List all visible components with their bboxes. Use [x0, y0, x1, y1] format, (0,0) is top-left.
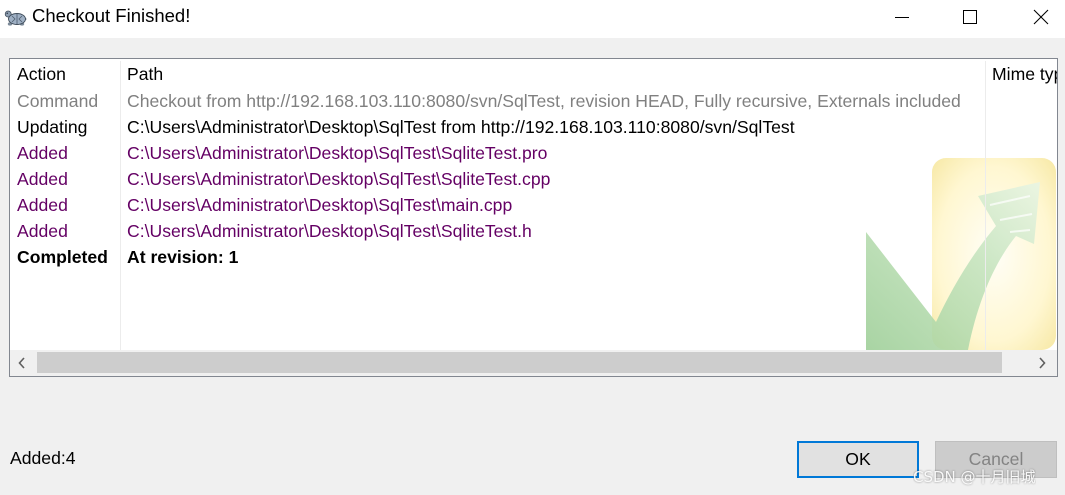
- action-cell: Added: [17, 169, 68, 189]
- results-list[interactable]: Action Path Mime type Command Checkout f…: [9, 58, 1058, 377]
- maximize-button[interactable]: [946, 0, 994, 34]
- ok-button[interactable]: OK: [797, 441, 919, 478]
- chevron-left-icon: [18, 357, 25, 369]
- table-row[interactable]: Completed At revision: 1: [10, 244, 1057, 270]
- table-row[interactable]: Added C:\Users\Administrator\Desktop\Sql…: [10, 140, 1057, 166]
- list-header: Action Path Mime type: [10, 61, 1057, 88]
- overlay-watermark: CSDN @十月旧城: [913, 468, 1036, 486]
- path-cell: C:\Users\Administrator\Desktop\SqlTest f…: [127, 117, 795, 137]
- close-button[interactable]: [1017, 0, 1065, 34]
- column-header-mime-type[interactable]: Mime type: [986, 61, 1057, 88]
- maximize-icon: [963, 10, 977, 24]
- path-cell: C:\Users\Administrator\Desktop\SqlTest\m…: [127, 195, 513, 215]
- table-row[interactable]: Added C:\Users\Administrator\Desktop\Sql…: [10, 166, 1057, 192]
- action-cell: Updating: [17, 117, 88, 137]
- scroll-left-button[interactable]: [10, 350, 34, 376]
- close-icon: [1033, 9, 1049, 25]
- path-cell: Checkout from http://192.168.103.110:808…: [127, 91, 961, 111]
- minimize-icon: [895, 17, 909, 18]
- status-text: Added:4: [10, 448, 76, 468]
- table-row[interactable]: Command Checkout from http://192.168.103…: [10, 88, 1057, 114]
- chevron-right-icon: [1039, 357, 1046, 369]
- column-header-action[interactable]: Action: [10, 61, 120, 88]
- action-cell: Added: [17, 143, 68, 163]
- minimize-button[interactable]: [878, 0, 926, 34]
- turtle-icon: [4, 5, 28, 29]
- table-row[interactable]: Updating C:\Users\Administrator\Desktop\…: [10, 114, 1057, 140]
- action-cell: Command: [17, 91, 99, 111]
- action-cell: Completed: [17, 247, 108, 267]
- table-row[interactable]: Added C:\Users\Administrator\Desktop\Sql…: [10, 192, 1057, 218]
- action-cell: Added: [17, 221, 68, 241]
- path-cell: C:\Users\Administrator\Desktop\SqlTest\S…: [127, 169, 551, 189]
- table-row[interactable]: Added C:\Users\Administrator\Desktop\Sql…: [10, 218, 1057, 244]
- path-cell: At revision: 1: [127, 247, 239, 267]
- action-cell: Added: [17, 195, 68, 215]
- title-bar[interactable]: Checkout Finished!: [0, 0, 1065, 38]
- results-list-viewport: Action Path Mime type Command Checkout f…: [10, 59, 1057, 376]
- window-title: Checkout Finished!: [32, 5, 191, 26]
- horizontal-scrollbar[interactable]: [10, 350, 1057, 376]
- scroll-right-button[interactable]: [1029, 350, 1055, 376]
- scrollbar-thumb[interactable]: [37, 352, 1002, 373]
- path-cell: C:\Users\Administrator\Desktop\SqlTest\S…: [127, 221, 532, 241]
- path-cell: C:\Users\Administrator\Desktop\SqlTest\S…: [127, 143, 548, 163]
- column-header-path[interactable]: Path: [121, 61, 985, 88]
